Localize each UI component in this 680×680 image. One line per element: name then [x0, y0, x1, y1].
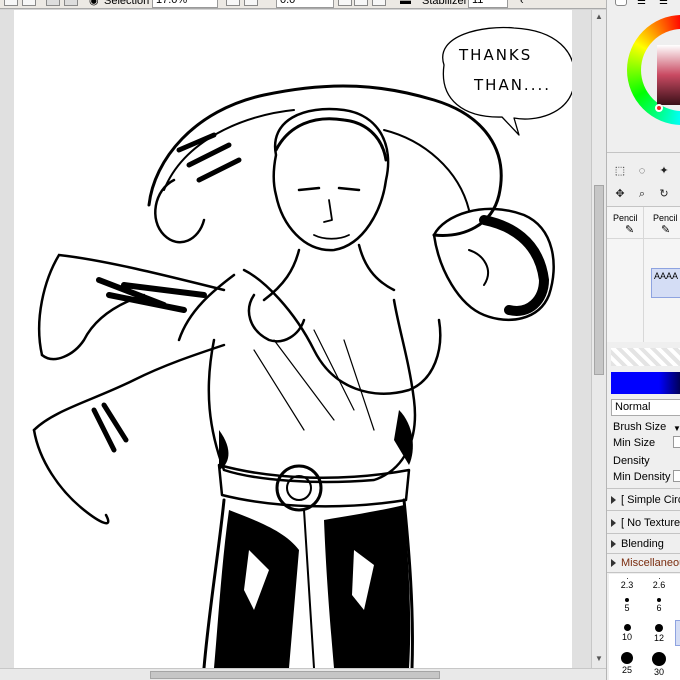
min-size-label: Min Size — [613, 437, 656, 449]
brush-preset[interactable]: 10 — [613, 622, 641, 646]
expand-triangle-icon — [611, 519, 616, 528]
texture-expander[interactable]: [ No Texture ] — [611, 516, 680, 530]
preset-label: 2.3 — [620, 580, 634, 590]
stabilizer-select[interactable]: 11 — [468, 0, 508, 8]
slider-icon[interactable]: ☰ — [659, 0, 668, 7]
min-density-field[interactable] — [673, 470, 680, 482]
blend-mode-select[interactable]: Normal — [611, 399, 680, 416]
toolbar-button[interactable] — [64, 0, 78, 6]
blending-expander[interactable]: Blending — [611, 537, 664, 551]
brush-slot-label: AAAA — [654, 271, 679, 281]
slider-icon[interactable]: ☰ — [637, 0, 646, 7]
preset-label: 12 — [653, 633, 664, 643]
toolbar-button[interactable] — [4, 0, 18, 6]
zoom-out-button[interactable] — [226, 0, 240, 6]
lasso-icon[interactable]: ◌ — [635, 164, 649, 178]
expand-triangle-icon — [611, 496, 616, 505]
toolbar-button[interactable] — [46, 0, 60, 6]
brush-preset[interactable]: 6 — [645, 596, 673, 620]
brush-shape-value: [ Simple Circle ] — [621, 494, 680, 506]
stabilizer-label: Stabilizer — [422, 0, 468, 7]
pencil-icon: ✎ — [661, 224, 671, 236]
move-icon[interactable]: ✥ — [613, 187, 627, 201]
rotate-right-button[interactable] — [354, 0, 368, 6]
expand-triangle-icon — [611, 540, 616, 549]
vertical-scrollbar[interactable]: ▲ ▼ — [591, 10, 606, 668]
horizontal-scroll-thumb[interactable] — [150, 671, 440, 679]
rotation-field[interactable]: 0.0 — [276, 0, 334, 8]
right-panel: ☰ ☰ ⬚ ◌ ✦ ✥ ⌕ ↻ Pencil Pencil ✎ ✎ AAAA N… — [606, 0, 680, 680]
zoom-field[interactable]: 17.0% — [152, 0, 218, 8]
eye-icon: ◉ — [89, 0, 99, 7]
pencil-icon: ✎ — [625, 224, 635, 236]
stabilizer-icon: ▬ — [400, 0, 411, 7]
brush-preset[interactable]: 12 — [645, 622, 673, 646]
chevron-down-icon[interactable]: ▼ — [673, 424, 680, 433]
color-picker-handle[interactable] — [655, 104, 663, 112]
sketch-artwork: THANKS THAN.... — [32, 26, 572, 668]
preset-label: 30 — [653, 667, 664, 677]
color-square[interactable] — [657, 45, 680, 105]
misc-expander[interactable]: Miscellaneous — [611, 556, 680, 570]
top-toolbar: ◉ Selection 17.0% 0.0 ▬ Stabilizer 11 ‹ — [0, 0, 680, 9]
blending-label: Blending — [621, 538, 664, 550]
toolbar-button[interactable] — [22, 0, 36, 6]
selection-label: Selection — [104, 0, 150, 7]
brush-shape-expander[interactable]: [ Simple Circle ] — [611, 493, 680, 507]
expand-triangle-icon — [611, 559, 616, 568]
color-circle-icon[interactable] — [615, 0, 627, 6]
magic-wand-icon[interactable]: ✦ — [657, 164, 671, 178]
preset-label: 2.6 — [652, 580, 666, 590]
rotate-icon[interactable]: ↻ — [657, 187, 671, 201]
canvas-area: THANKS THAN.... — [0, 10, 591, 668]
density-label: Density — [613, 455, 650, 467]
scroll-up-icon[interactable]: ▲ — [594, 12, 604, 22]
toolbar-arrow-icon[interactable]: ‹ — [520, 0, 524, 8]
brush-preset[interactable]: 25 — [613, 650, 641, 675]
zoom-icon[interactable]: ⌕ — [635, 187, 649, 201]
rotate-reset-button[interactable] — [372, 0, 386, 6]
selected-brush-preset[interactable] — [675, 620, 680, 646]
scroll-down-icon[interactable]: ▼ — [594, 654, 604, 664]
drawing-canvas[interactable]: THANKS THAN.... — [14, 10, 572, 668]
misc-label: Miscellaneous — [621, 557, 680, 569]
selected-brush-slot[interactable]: AAAA — [651, 268, 680, 298]
brush-size-label: Brush Size — [613, 421, 667, 433]
min-density-label: Min Density — [613, 471, 671, 483]
preset-label: 10 — [621, 632, 632, 642]
texture-value: [ No Texture ] — [621, 517, 680, 529]
speech-line-1: THANKS — [458, 46, 532, 64]
zoom-in-button[interactable] — [244, 0, 258, 6]
brush-preset[interactable]: 30 — [645, 650, 673, 677]
color-preview-strip — [611, 348, 680, 366]
rotate-left-button[interactable] — [338, 0, 352, 6]
brush-preset[interactable]: 5 — [613, 596, 641, 620]
rect-select-icon[interactable]: ⬚ — [613, 164, 627, 178]
preset-label: 6 — [656, 603, 662, 613]
preset-label: 25 — [621, 665, 632, 675]
preset-label: 5 — [624, 603, 630, 613]
horizontal-scrollbar[interactable] — [0, 668, 606, 680]
speech-line-2: THAN.... — [473, 76, 551, 94]
min-size-field[interactable] — [673, 436, 680, 448]
vertical-scroll-thumb[interactable] — [594, 185, 604, 375]
main-color-swatch[interactable] — [611, 372, 680, 394]
